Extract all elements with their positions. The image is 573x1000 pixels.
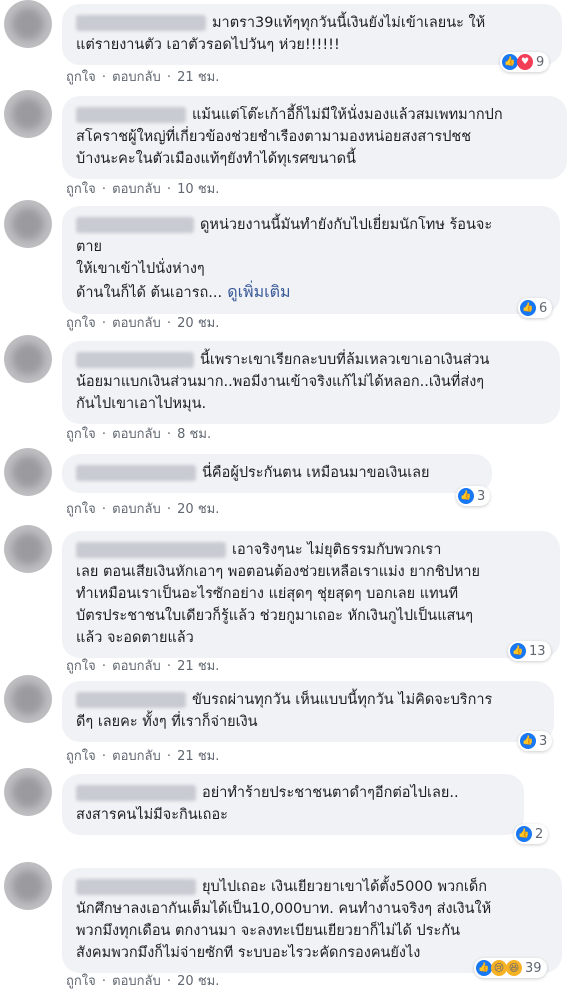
commenter-name[interactable]	[76, 464, 196, 481]
see-more-link[interactable]: ดูเพิ่มเติม	[227, 282, 290, 301]
comment-actions: ถูกใจ · ตอบกลับ · 21 ชม.	[66, 70, 220, 85]
comment-time[interactable]: 20 ชม.	[177, 502, 219, 517]
comment-bubble: นี้เพราะเขาเรียกละบบที่ล้มเหลวเขาเอาเงิน…	[62, 341, 560, 424]
avatar[interactable]	[4, 90, 52, 138]
reply-button[interactable]: ตอบกลับ	[112, 659, 161, 674]
comment-bubble: เอาจริงๆนะ ไม่ยุติธรรมกับพวกเรา เลย ตอนเ…	[62, 531, 560, 658]
like-button[interactable]: ถูกใจ	[66, 749, 96, 764]
avatar[interactable]	[4, 862, 52, 910]
avatar[interactable]	[4, 768, 52, 816]
comment-text: เอาจริงๆนะ ไม่ยุติธรรมกับพวกเรา เลย ตอนเ…	[76, 542, 481, 646]
love-reaction-icon: ♥	[517, 54, 533, 70]
like-button[interactable]: ถูกใจ	[66, 70, 96, 85]
reaction-count[interactable]: 👍 😢 😆 39	[474, 958, 547, 978]
comment-actions: ถูกใจ · ตอบกลับ · 20 ชม.	[66, 974, 220, 989]
reply-button[interactable]: ตอบกลับ	[112, 182, 161, 197]
commenter-name[interactable]	[76, 14, 206, 31]
reaction-count[interactable]: 👍 6	[518, 298, 553, 318]
like-reaction-icon: 👍	[520, 733, 536, 749]
like-button[interactable]: ถูกใจ	[66, 182, 96, 197]
comment-bubble: อย่าทำร้ายประชาชนตาดำๆอีกต่อไปเลย.. สงสา…	[62, 774, 524, 835]
comment-time[interactable]: 20 ชม.	[177, 974, 219, 989]
comment-time[interactable]: 21 ชม.	[177, 70, 219, 85]
reply-button[interactable]: ตอบกลับ	[112, 316, 161, 331]
commenter-name[interactable]	[76, 691, 186, 708]
comment-actions: ถูกใจ · ตอบกลับ · 8 ชม.	[66, 427, 212, 442]
reaction-count[interactable]: 👍 ♥ 9	[500, 52, 550, 72]
commenter-name[interactable]	[76, 878, 196, 895]
avatar[interactable]	[4, 448, 52, 496]
avatar[interactable]	[4, 525, 52, 573]
comment-time[interactable]: 20 ชม.	[177, 316, 219, 331]
haha-reaction-icon: 😆	[506, 960, 522, 976]
reply-button[interactable]: ตอบกลับ	[112, 749, 161, 764]
commenter-name[interactable]	[76, 784, 196, 801]
reaction-count[interactable]: 👍 2	[514, 824, 549, 844]
comment-time[interactable]: 21 ชม.	[177, 749, 219, 764]
reaction-count[interactable]: 👍 13	[508, 641, 551, 661]
like-button[interactable]: ถูกใจ	[66, 427, 96, 442]
comment-text: นี่คือผู้ประกันตน เหมือนมาขอเงินเลย	[202, 465, 430, 481]
like-reaction-icon: 👍	[516, 826, 532, 842]
comment-time[interactable]: 8 ชม.	[177, 427, 211, 442]
reply-button[interactable]: ตอบกลับ	[112, 427, 161, 442]
like-button[interactable]: ถูกใจ	[66, 502, 96, 517]
like-button[interactable]: ถูกใจ	[66, 659, 96, 674]
like-reaction-icon: 👍	[510, 643, 526, 659]
comment-bubble: ดูหน่วยงานนี้มันทำยังกับไปเยี่ยมนักโทษ ร…	[62, 206, 560, 314]
reaction-count[interactable]: 👍 3	[518, 731, 553, 751]
avatar[interactable]	[4, 675, 52, 723]
commenter-name[interactable]	[76, 106, 186, 123]
like-reaction-icon: 👍	[502, 54, 518, 70]
comment-actions: ถูกใจ · ตอบกลับ · 20 ชม.	[66, 316, 220, 331]
sad-reaction-icon: 😢	[491, 960, 507, 976]
reaction-count[interactable]: 👍 3	[456, 486, 491, 506]
commenter-name[interactable]	[76, 541, 226, 558]
like-button[interactable]: ถูกใจ	[66, 974, 96, 989]
comment-time[interactable]: 10 ชม.	[177, 182, 219, 197]
comment-bubble: มาตรา39แท้ๆทุกวันนี้เงินยังไม่เข้าเลยนะ …	[62, 4, 562, 65]
like-reaction-icon: 👍	[458, 488, 474, 504]
comment-actions: ถูกใจ · ตอบกลับ · 21 ชม.	[66, 659, 220, 674]
comment-bubble: แม้นแต่โต๊ะเก้าอี้ก็ไม่มีให้นั่งมองแล้วส…	[62, 96, 567, 179]
avatar[interactable]	[4, 335, 52, 383]
commenter-name[interactable]	[76, 351, 194, 368]
comment-bubble: ขับรถผ่านทุกวัน เห็นแบบนี้ทุกวัน ไม่คิดจ…	[62, 681, 554, 742]
like-reaction-icon: 👍	[520, 300, 536, 316]
commenter-name[interactable]	[76, 216, 194, 233]
comment-time[interactable]: 21 ชม.	[177, 659, 219, 674]
like-button[interactable]: ถูกใจ	[66, 316, 96, 331]
reply-button[interactable]: ตอบกลับ	[112, 70, 161, 85]
comment-actions: ถูกใจ · ตอบกลับ · 20 ชม.	[66, 502, 220, 517]
reply-button[interactable]: ตอบกลับ	[112, 974, 161, 989]
avatar[interactable]	[4, 200, 52, 248]
avatar[interactable]	[4, 0, 52, 48]
like-reaction-icon: 👍	[476, 960, 492, 976]
reply-button[interactable]: ตอบกลับ	[112, 502, 161, 517]
comment-actions: ถูกใจ · ตอบกลับ · 10 ชม.	[66, 182, 220, 197]
comment-actions: ถูกใจ · ตอบกลับ · 21 ชม.	[66, 749, 220, 764]
comment-bubble: นี่คือผู้ประกันตน เหมือนมาขอเงินเลย	[62, 454, 492, 493]
